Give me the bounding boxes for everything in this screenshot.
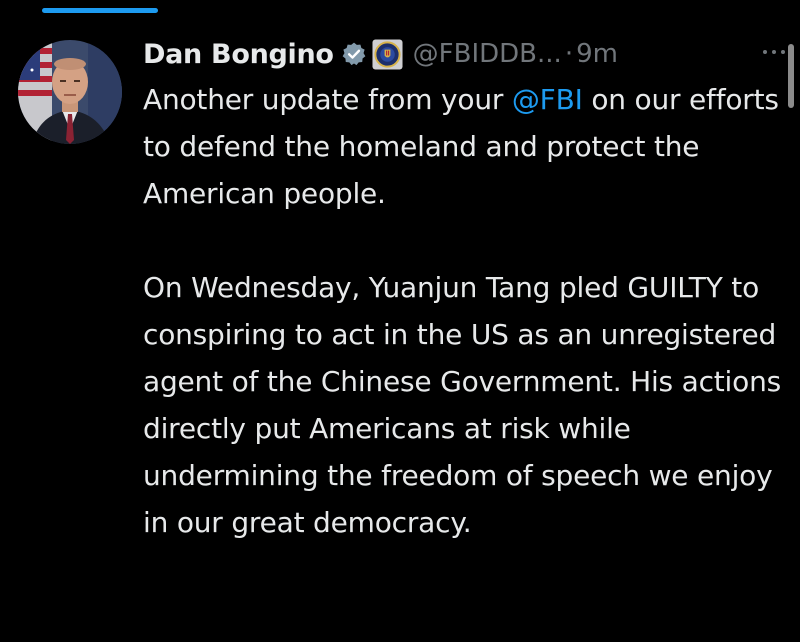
verified-badge-icon[interactable] <box>341 41 367 67</box>
tweet-paragraph-2: On Wednesday, Yuanjun Tang pled GUILTY t… <box>143 271 782 539</box>
separator-dot: · <box>564 39 574 69</box>
author-display-name[interactable]: Dan Bongino <box>143 39 334 70</box>
active-tab-indicator <box>42 8 158 13</box>
fbi-seal-icon[interactable] <box>372 38 403 70</box>
mention-link[interactable]: @FBI <box>512 83 583 116</box>
tweet-text-span: Another update from your <box>143 83 512 116</box>
tweet-content: Dan Bongino @FBIDDB... · 9m Another upda… <box>143 30 788 546</box>
avatar-photo-icon <box>18 40 122 144</box>
tweet-text: Another update from your @FBI on our eff… <box>143 76 788 546</box>
more-options-icon[interactable] <box>757 42 791 62</box>
tweet-timestamp[interactable]: 9m <box>576 39 618 69</box>
avatar[interactable] <box>18 40 122 144</box>
tweet-header: Dan Bongino @FBIDDB... · 9m <box>143 30 788 78</box>
author-handle[interactable]: @FBIDDB... <box>413 39 562 69</box>
tweet-paragraph-1: Another update from your @FBI on our eff… <box>143 76 788 217</box>
